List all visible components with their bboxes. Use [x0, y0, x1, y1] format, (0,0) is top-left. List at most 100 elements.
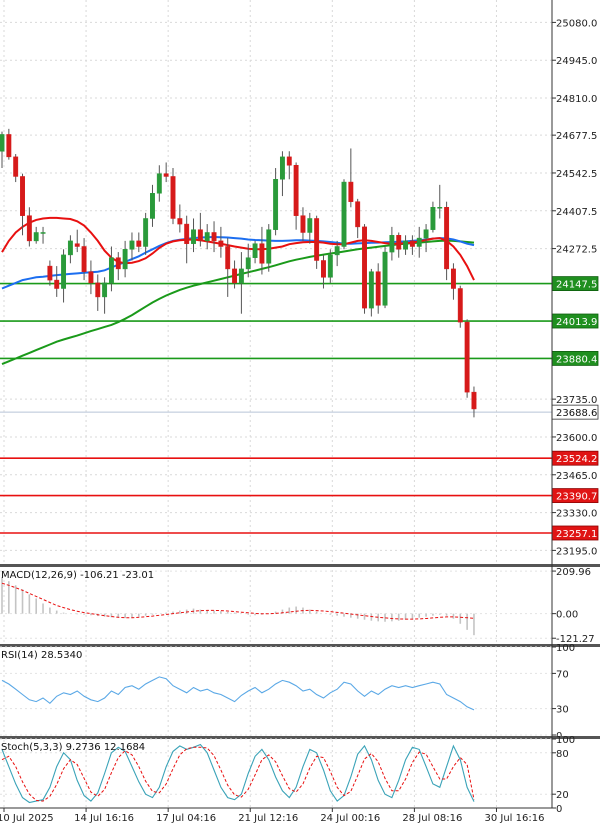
candle-body — [457, 288, 463, 323]
candle-body — [444, 207, 450, 270]
candle-body — [108, 257, 114, 284]
candle-body — [238, 268, 244, 284]
candle-body — [375, 271, 381, 306]
panel-separator — [0, 564, 600, 567]
candle-body — [416, 237, 422, 247]
candle-body — [74, 243, 80, 247]
candle-body — [259, 243, 265, 264]
price-tick-label: 23195.0 — [556, 546, 597, 557]
candle-body — [396, 235, 402, 250]
candle-body — [54, 279, 60, 289]
panel-tick-label: 20 — [556, 790, 569, 801]
candle-body — [355, 201, 361, 228]
level-tag-label: 23880.4 — [556, 354, 597, 365]
candle-body — [95, 282, 101, 298]
candle-body — [286, 156, 292, 166]
time-tick-label: 21 Jul 12:16 — [238, 813, 298, 824]
current-price-label: 23688.6 — [556, 408, 597, 419]
candle-body — [88, 271, 94, 284]
panel-tick-label: 209.96 — [556, 567, 591, 578]
candle-body — [471, 391, 477, 410]
trading-chart: 25080.0 24945.0 24810.0 24677.5 24542.5 24407… — [0, 0, 600, 828]
candle-body — [266, 229, 272, 264]
panel-tick-label: 100 — [556, 643, 575, 654]
candle-body — [314, 218, 320, 261]
candle-body — [245, 257, 251, 270]
candle-body — [177, 218, 183, 225]
panel-tick-label: 80 — [556, 749, 569, 760]
candle-body — [368, 271, 374, 309]
price-tick-label: 24945.0 — [556, 56, 597, 67]
candle-body — [341, 181, 347, 247]
level-tag-label: 24013.9 — [556, 317, 597, 328]
candle-body — [197, 229, 203, 242]
panel-label: MACD(12,26,9) -106.21 -23.01 — [1, 570, 154, 581]
macd-signal-line — [1, 582, 475, 620]
time-tick-label: 14 Jul 16:16 — [74, 813, 134, 824]
candle-body — [184, 223, 190, 244]
price-tick-label: 24542.5 — [556, 169, 597, 180]
candle-body — [204, 232, 210, 242]
level-tag-label: 23524.2 — [556, 454, 597, 465]
candle-body — [232, 268, 238, 284]
candle-body — [218, 240, 224, 247]
level-tag-label: 23257.1 — [556, 529, 597, 540]
candle-body — [307, 218, 313, 233]
candle-body — [450, 268, 456, 289]
candle-body — [423, 229, 429, 239]
stoch-k-line — [1, 743, 475, 804]
candle-body — [430, 207, 436, 230]
candle-body — [20, 176, 25, 216]
candle-body — [293, 165, 299, 216]
candle-body — [225, 246, 231, 270]
panel-label: Stoch(5,3,3) 9.2736 12.1684 — [1, 742, 145, 753]
candle-body — [211, 232, 217, 242]
candle-body — [163, 173, 169, 177]
candle-body — [170, 176, 176, 219]
candle-body — [136, 240, 142, 247]
macd-panel: 209.960.00-121.27MACD(12,26,9) -106.21 -… — [0, 564, 600, 645]
price-tick-label: 24272.5 — [556, 245, 597, 256]
time-tick-label: 17 Jul 04:16 — [156, 813, 216, 824]
candle-body — [61, 254, 67, 289]
level-tag-label: 23390.7 — [556, 492, 597, 503]
time-tick-label: 28 Jul 08:16 — [402, 813, 462, 824]
candle-body — [362, 226, 367, 309]
candle-body — [279, 156, 285, 180]
candle-body — [115, 257, 121, 270]
panel-label: RSI(14) 28.5340 — [1, 650, 82, 661]
candle-body — [129, 240, 135, 250]
price-axis: 25080.0 24945.0 24810.0 24677.5 24542.5 24407… — [551, 18, 599, 557]
candle-body — [327, 254, 333, 278]
candle-body — [6, 134, 12, 158]
rsi-line — [1, 676, 475, 711]
stoch-panel: 100 80 20 0 Stoch(5,3,3) 9.2736 12.1684 — [0, 735, 600, 815]
panel-tick-label: 30 — [556, 705, 569, 716]
candle-body — [300, 215, 306, 233]
candle-body — [102, 282, 108, 298]
candle-body — [0, 134, 5, 152]
price-tick-label: 23735.0 — [556, 395, 597, 406]
price-tick-label: 25080.0 — [556, 18, 597, 29]
level-tag-label: 24147.5 — [556, 280, 597, 291]
price-tick-label: 24677.5 — [556, 131, 597, 142]
candle-body — [13, 156, 19, 177]
candle-body — [409, 240, 415, 247]
candle-body — [67, 240, 73, 256]
candle-body — [33, 232, 39, 242]
moving-averages — [1, 216, 475, 366]
price-tick-label: 23600.0 — [556, 433, 597, 444]
time-tick-label: 10 Jul 2025 — [0, 813, 54, 824]
candle-body — [464, 321, 470, 393]
price-tick-label: 24407.5 — [556, 207, 597, 218]
candle-body — [389, 235, 395, 253]
candle-body — [348, 181, 354, 202]
candle-body — [403, 240, 409, 250]
panel-tick-label: 70 — [556, 669, 569, 680]
grid-lines — [0, 0, 552, 808]
panel-tick-label: 0.00 — [556, 610, 578, 621]
candle-body — [122, 249, 128, 270]
time-tick-label: 30 Jul 16:16 — [484, 813, 544, 824]
candle-body — [273, 179, 279, 230]
candle-body — [26, 215, 32, 242]
